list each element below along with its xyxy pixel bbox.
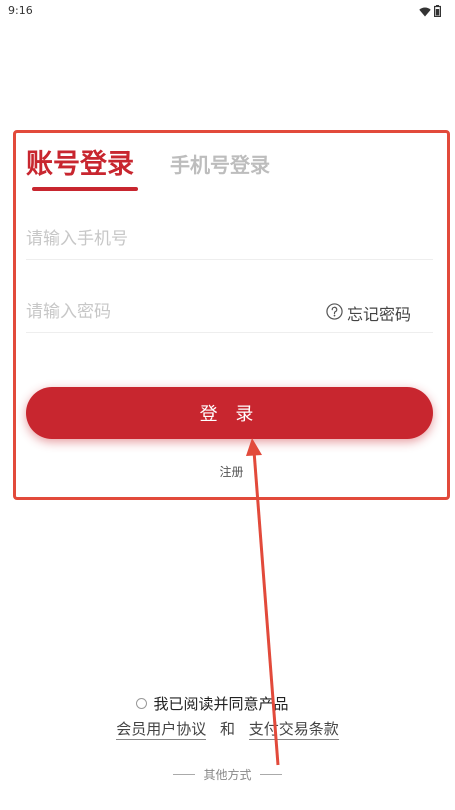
agreement-and: 和 <box>219 720 235 738</box>
agreement-checkbox[interactable] <box>136 698 148 709</box>
tab-account-login[interactable]: 账号登录 <box>26 142 134 181</box>
forgot-password-label: 忘记密码 <box>346 305 411 324</box>
register-link[interactable]: 注册 <box>16 463 447 480</box>
active-tab-indicator <box>32 187 138 191</box>
login-button[interactable]: 登 录 <box>26 387 433 439</box>
payment-terms-link[interactable]: 支付交易条款 <box>248 720 339 740</box>
help-circle-icon <box>326 302 343 324</box>
battery-icon <box>434 2 442 21</box>
agreement-prefix: 我已阅读并同意产品 <box>153 695 289 713</box>
status-bar: 9:16 <box>0 0 455 24</box>
agreement-checkbox-row: 我已阅读并同意产品 <box>136 693 289 714</box>
user-agreement-link[interactable]: 会员用户协议 <box>116 720 207 740</box>
divider-left <box>173 774 196 775</box>
status-time: 9:16 <box>8 4 33 17</box>
agreement-links: 会员用户协议 和 支付交易条款 <box>0 718 455 740</box>
agreement-section: 我已阅读并同意产品 会员用户协议 和 支付交易条款 <box>0 693 455 740</box>
tab-phone-login[interactable]: 手机号登录 <box>170 149 270 178</box>
password-field: 忘记密码 <box>26 292 433 333</box>
divider-right <box>259 774 282 775</box>
other-methods-label: 其他方式 <box>203 768 252 782</box>
forgot-password-link[interactable]: 忘记密码 <box>326 301 411 325</box>
other-login-methods: 其他方式 <box>0 766 455 783</box>
status-icons <box>419 2 442 21</box>
phone-field <box>26 219 433 260</box>
login-form-highlight: 账号登录 手机号登录 忘记密码 登 录 注册 <box>13 130 450 500</box>
wifi-icon <box>419 2 431 21</box>
phone-input[interactable] <box>26 219 433 259</box>
